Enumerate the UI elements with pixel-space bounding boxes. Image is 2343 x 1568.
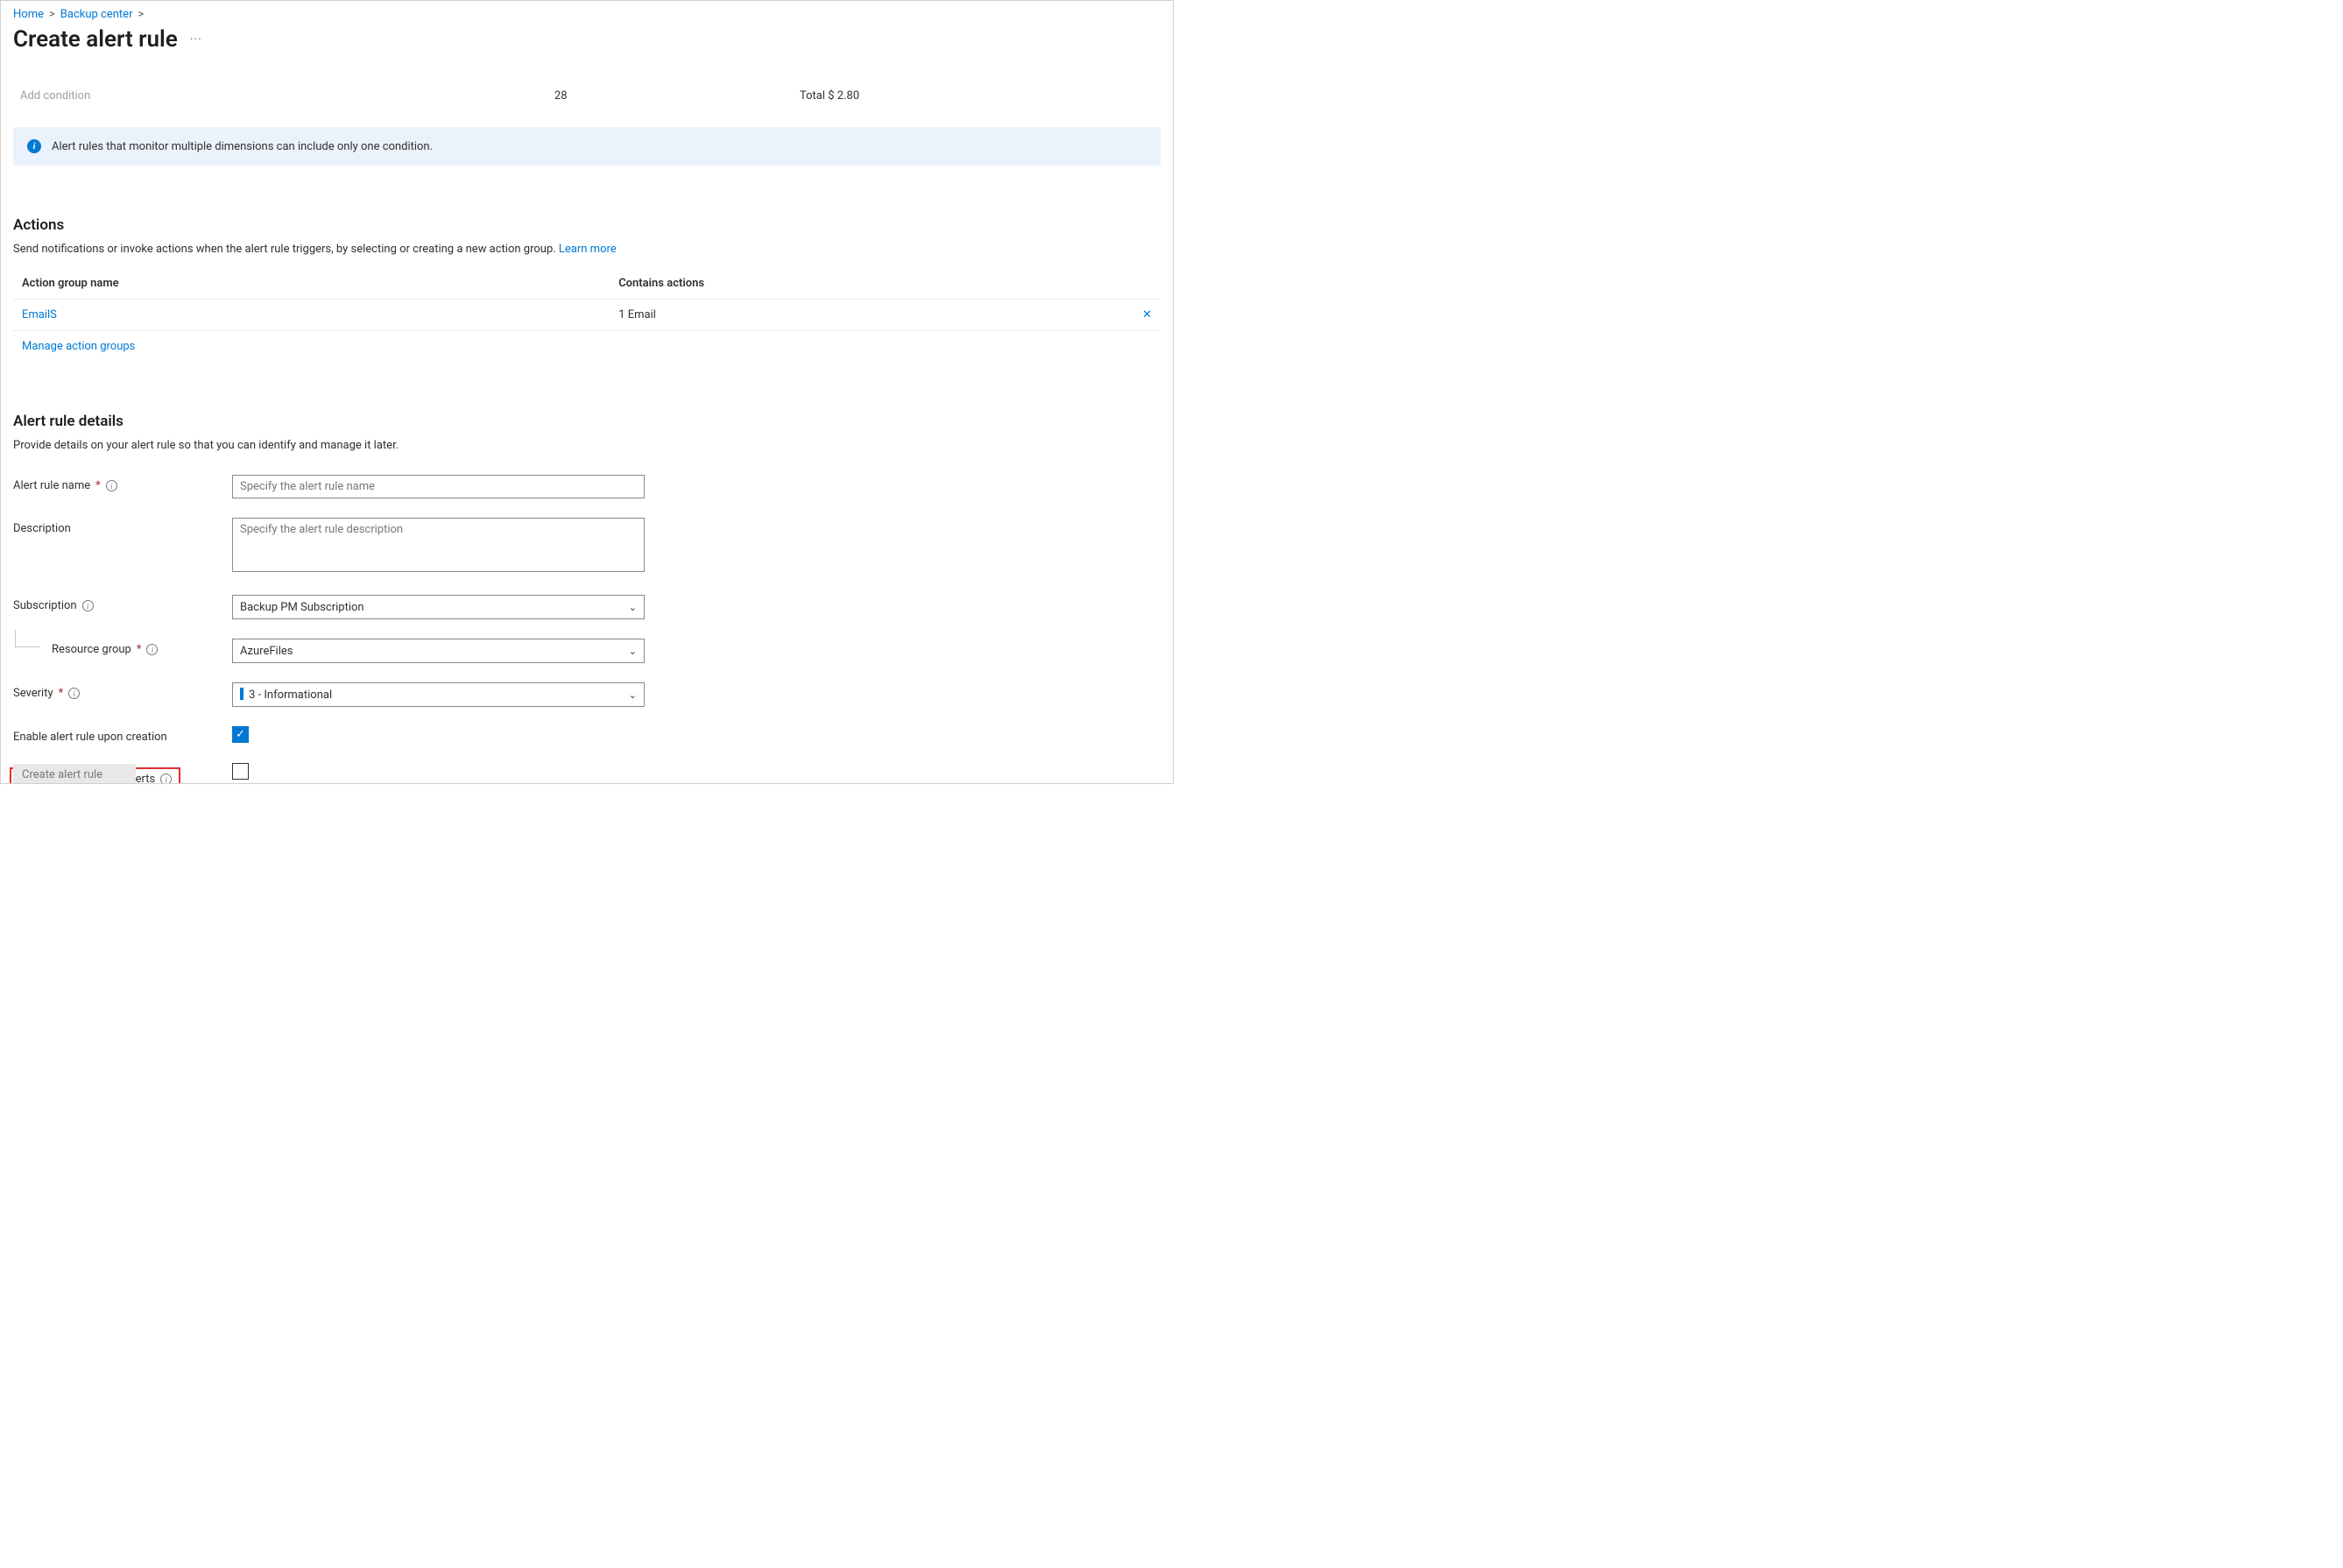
alert-rule-name-input[interactable] [232,475,645,498]
info-banner-text: Alert rules that monitor multiple dimens… [52,140,433,153]
chevron-down-icon: ⌄ [629,689,637,701]
learn-more-link[interactable]: Learn more [559,243,617,256]
page-title: Create alert rule [13,26,178,53]
info-icon[interactable]: i [146,644,158,655]
info-icon[interactable]: i [106,480,117,491]
enable-on-creation-label: Enable alert rule upon creation [13,731,167,744]
condition-total: Total $ 2.80 [800,89,859,102]
info-icon[interactable]: i [68,688,80,699]
actions-description: Send notifications or invoke actions whe… [13,243,1161,256]
chevron-down-icon: ⌄ [629,646,637,657]
table-row: EmailS 1 Email ✕ [13,300,1161,331]
remove-action-group-icon[interactable]: ✕ [1142,308,1152,321]
severity-color-bar [240,688,243,700]
resource-group-value: AzureFiles [240,645,293,658]
description-input[interactable] [232,518,645,572]
chevron-down-icon: ⌄ [629,602,637,613]
severity-select[interactable]: 3 - Informational ⌄ [232,682,645,707]
auto-resolve-checkbox[interactable] [232,763,249,780]
subscription-value: Backup PM Subscription [240,601,364,614]
required-indicator: * [137,643,142,656]
col-action-group-name: Action group name [13,268,610,300]
details-description: Provide details on your alert rule so th… [13,439,1161,452]
subscription-label: Subscription [13,599,77,612]
action-groups-table: Action group name Contains actions Email… [13,268,1161,362]
info-icon[interactable]: i [160,773,172,784]
breadcrumb-backup-center[interactable]: Backup center [60,8,133,21]
enable-on-creation-checkbox[interactable]: ✓ [232,726,249,743]
breadcrumb-home[interactable]: Home [13,8,44,21]
chevron-right-icon: > [49,8,55,21]
resource-group-label: Resource group [52,643,131,656]
create-alert-rule-button[interactable]: Create alert rule [13,764,136,783]
action-group-contains: 1 Email [610,300,1126,331]
manage-action-groups-link[interactable]: Manage action groups [22,340,135,353]
breadcrumb: Home > Backup center > [13,6,1161,21]
condition-summary-row: Add condition 28 Total $ 2.80 [13,89,1161,102]
col-contains-actions: Contains actions [610,268,1126,300]
add-condition-link[interactable]: Add condition [20,89,90,102]
required-indicator: * [95,479,101,492]
action-group-link[interactable]: EmailS [22,308,57,321]
more-menu-icon[interactable]: ··· [190,32,202,46]
description-label: Description [13,522,71,535]
resource-group-select[interactable]: AzureFiles ⌄ [232,639,645,663]
alert-rule-name-label: Alert rule name [13,479,90,492]
severity-label: Severity [13,687,53,700]
actions-heading: Actions [13,216,1161,234]
severity-value: 3 - Informational [249,689,332,702]
subscription-select[interactable]: Backup PM Subscription ⌄ [232,595,645,619]
condition-count: 28 [554,89,568,102]
info-icon[interactable]: i [82,600,94,611]
chevron-right-icon: > [138,8,144,21]
required-indicator: * [59,687,64,700]
info-banner: i Alert rules that monitor multiple dime… [13,127,1161,166]
tree-elbow-icon [15,630,39,647]
details-heading: Alert rule details [13,413,1161,430]
info-icon: i [27,139,41,153]
